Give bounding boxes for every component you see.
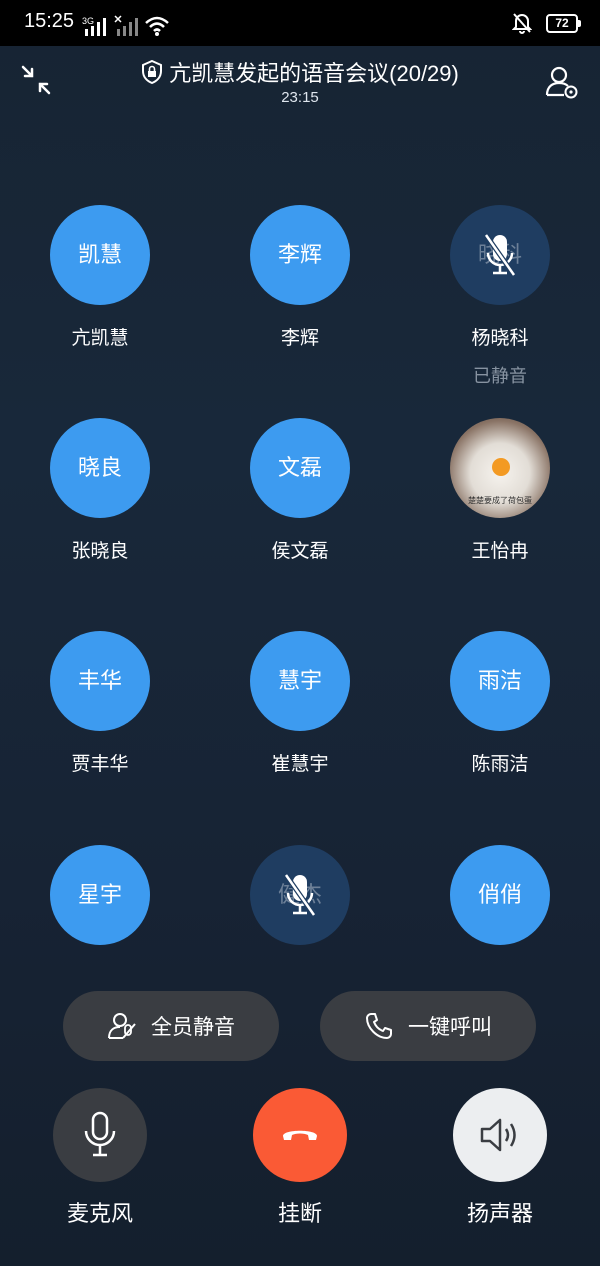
participant-tile[interactable]: 雨洁 陈雨洁 <box>410 631 590 776</box>
conference-title: 亢凯慧发起的语音会议(20/29) <box>0 56 600 88</box>
hangup-control[interactable]: 挂断 <box>240 1088 360 1228</box>
avatar: 文磊 <box>250 418 350 518</box>
status-right: 72 <box>512 12 581 34</box>
participant-name: 张晓良 <box>71 541 129 562</box>
voice-conference-screen: 15:25 3G 72 亢凯慧发起的语音会议(20/29) 23:15 凯慧 亢… <box>0 0 600 1266</box>
participant-tile[interactable]: 俏俏 <box>410 845 590 945</box>
participant-name: 李辉 <box>280 328 319 349</box>
phone-icon <box>366 1013 392 1039</box>
participant-name: 亢凯慧 <box>71 328 129 349</box>
signal-no-data-icon <box>114 15 138 36</box>
conference-title-text: 亢凯慧发起的语音会议(20/29) <box>169 61 459 86</box>
microphone-icon <box>84 1111 116 1157</box>
participant-tile[interactable]: 凯慧 亢凯慧 <box>10 205 190 350</box>
signal-3g-icon: 3G <box>82 16 106 36</box>
avatar: 星宇 <box>50 845 150 945</box>
mic-control[interactable]: 麦克风 <box>40 1088 160 1228</box>
participant-name: 侯文磊 <box>271 541 329 562</box>
call-all-button[interactable]: 一键呼叫 <box>320 991 536 1061</box>
wifi-icon <box>145 16 169 36</box>
participant-tile[interactable]: 李辉 李辉 <box>210 205 390 350</box>
mute-all-button[interactable]: 全员静音 <box>63 991 279 1061</box>
avatar: 晓科 <box>450 205 550 305</box>
status-bar: 15:25 3G 72 <box>0 0 600 46</box>
avatar: 俏俏 <box>450 845 550 945</box>
mute-all-label: 全员静音 <box>151 1016 235 1039</box>
photo-caption: 楚楚要成了荷包蛋 <box>468 496 532 505</box>
avatar: 健杰 <box>250 845 350 945</box>
status-time: 15:25 <box>24 10 75 32</box>
hangup-label: 挂断 <box>277 1201 322 1226</box>
participant-tile[interactable]: 楚楚要成了荷包蛋 王怡冉 <box>410 418 590 563</box>
bell-muted-icon <box>512 13 532 34</box>
participant-tile[interactable]: 文磊 侯文磊 <box>210 418 390 563</box>
hangup-button[interactable] <box>253 1088 347 1182</box>
participant-name: 陈雨洁 <box>471 754 529 775</box>
participant-tile[interactable]: 星宇 <box>10 845 190 945</box>
participant-tile[interactable]: 健杰 <box>210 845 390 945</box>
mic-muted-icon <box>483 233 517 277</box>
participant-tile[interactable]: 丰华 贾丰华 <box>10 631 190 776</box>
speaker-control[interactable]: 扬声器 <box>440 1088 560 1228</box>
avatar: 雨洁 <box>450 631 550 731</box>
call-all-label: 一键呼叫 <box>408 1016 492 1039</box>
participant-tile[interactable]: 晓科 杨晓科 已静音 <box>410 205 590 388</box>
muted-status: 已静音 <box>473 366 527 386</box>
hangup-phone-icon <box>283 1130 317 1140</box>
shield-lock-icon <box>142 60 163 84</box>
avatar: 李辉 <box>250 205 350 305</box>
participant-name: 贾丰华 <box>71 754 129 775</box>
avatar: 晓良 <box>50 418 150 518</box>
avatar: 凯慧 <box>50 205 150 305</box>
add-member-icon[interactable] <box>544 64 580 100</box>
participant-name: 崔慧宇 <box>271 754 329 775</box>
avatar: 丰华 <box>50 631 150 731</box>
participant-tile[interactable]: 晓良 张晓良 <box>10 418 190 563</box>
mute-all-icon <box>108 1013 136 1039</box>
battery-indicator: 72 <box>546 13 581 33</box>
mic-muted-icon <box>283 873 317 917</box>
call-timer: 23:15 <box>281 89 319 106</box>
svg-text:3G: 3G <box>82 16 94 26</box>
speaker-label: 扬声器 <box>466 1201 533 1226</box>
participant-name: 杨晓科 <box>471 328 529 349</box>
mic-label: 麦克风 <box>66 1201 133 1226</box>
participant-name: 王怡冉 <box>471 541 529 562</box>
mic-button[interactable] <box>53 1088 147 1182</box>
avatar: 慧宇 <box>250 631 350 731</box>
speaker-icon <box>480 1118 516 1152</box>
participant-tile[interactable]: 慧宇 崔慧宇 <box>210 631 390 776</box>
speaker-button[interactable] <box>453 1088 547 1182</box>
avatar-photo: 楚楚要成了荷包蛋 <box>450 418 550 518</box>
